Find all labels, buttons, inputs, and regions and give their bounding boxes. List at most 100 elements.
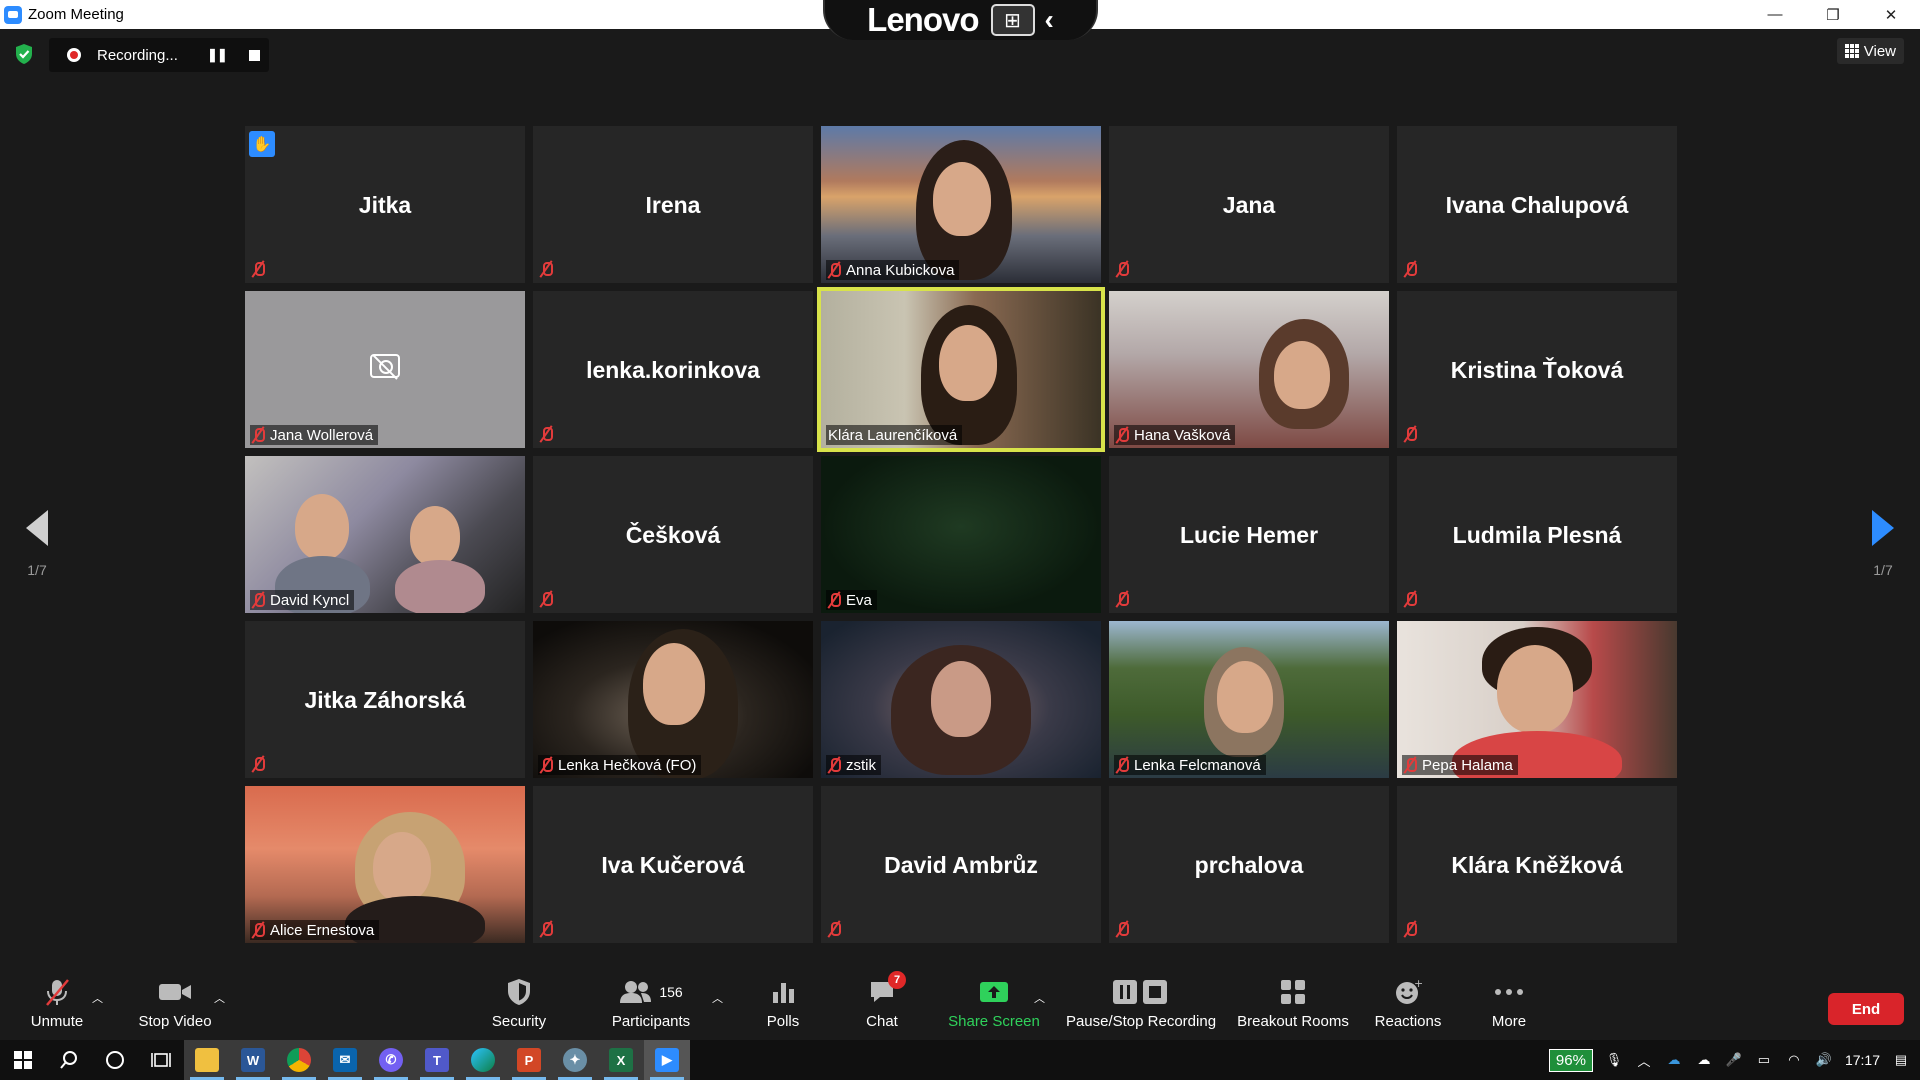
close-button[interactable]: ✕: [1862, 0, 1920, 29]
participant-tile[interactable]: ✋ Jitka: [245, 126, 525, 283]
muted-mic-icon: [828, 592, 841, 608]
start-button[interactable]: [0, 1040, 46, 1080]
participant-tile[interactable]: Jana: [1109, 126, 1389, 283]
microphone-icon[interactable]: 🎙: [1605, 1052, 1623, 1067]
participant-tile[interactable]: Jana Wollerová: [245, 291, 525, 448]
share-screen-label: Share Screen: [948, 1013, 1040, 1030]
share-options-caret-icon[interactable]: ︿: [1034, 990, 1045, 1006]
participant-nametag: zstik: [826, 755, 881, 775]
participant-nametag: Eva: [826, 590, 877, 610]
participant-tile[interactable]: Klára Kněžková: [1397, 786, 1677, 943]
security-button[interactable]: Security: [487, 972, 551, 1040]
taskbar-teams[interactable]: T: [414, 1040, 460, 1080]
participant-name: Klára Laurenčíková: [828, 426, 958, 444]
taskbar-zoom[interactable]: ▶: [644, 1040, 690, 1080]
battery-percentage[interactable]: 96%: [1548, 1048, 1593, 1072]
wifi-icon[interactable]: ◠: [1785, 1052, 1803, 1067]
battery-icon[interactable]: ▭: [1755, 1052, 1773, 1067]
reactions-button[interactable]: + Reactions: [1374, 972, 1442, 1040]
view-button[interactable]: View: [1836, 38, 1904, 64]
participant-name: Anna Kubickova: [846, 261, 955, 279]
participant-video-tile[interactable]: Alice Ernestova: [245, 786, 525, 943]
participant-video-tile[interactable]: Hana Vašková: [1109, 291, 1389, 448]
participant-name: Češková: [625, 522, 721, 548]
participant-tile[interactable]: Jitka Záhorská: [245, 621, 525, 778]
participant-tile[interactable]: Iva Kučerová: [533, 786, 813, 943]
previous-page-button[interactable]: 1/7: [12, 510, 62, 578]
muted-mic-icon: [1404, 591, 1417, 607]
participant-video-tile[interactable]: Eva: [821, 456, 1101, 613]
restore-button[interactable]: ❐: [1804, 0, 1862, 29]
taskbar-word[interactable]: W: [230, 1040, 276, 1080]
cortana-button[interactable]: [92, 1040, 138, 1080]
notifications-icon[interactable]: ▤: [1892, 1052, 1910, 1067]
participant-tile[interactable]: Ivana Chalupová: [1397, 126, 1677, 283]
participant-tile[interactable]: Irena: [533, 126, 813, 283]
recording-dot-icon: [67, 48, 81, 62]
taskbar-viber[interactable]: ✆: [368, 1040, 414, 1080]
chat-button[interactable]: 7 Chat: [858, 971, 906, 1040]
more-button[interactable]: More: [1486, 972, 1532, 1040]
show-hidden-icons-caret-icon[interactable]: ︿: [1635, 1053, 1653, 1069]
participants-options-caret-icon[interactable]: ︿: [712, 990, 723, 1006]
participant-tile[interactable]: lenka.korinkova: [533, 291, 813, 448]
participant-name: Iva Kučerová: [601, 852, 745, 878]
audio-options-caret-icon[interactable]: ︿: [92, 990, 103, 1006]
taskbar-bird-app[interactable]: ✦: [552, 1040, 598, 1080]
unmute-button[interactable]: Unmute: [28, 972, 86, 1040]
onedrive-personal-icon[interactable]: ☁: [1695, 1052, 1713, 1067]
stop-video-button[interactable]: Stop Video: [134, 972, 216, 1040]
chat-bubble-icon: 7: [868, 971, 906, 1007]
pause-recording-icon[interactable]: ❚❚: [207, 47, 228, 63]
participant-tile[interactable]: Lucie Hemer: [1109, 456, 1389, 613]
task-view-icon: [151, 1053, 171, 1067]
search-button[interactable]: [46, 1040, 92, 1080]
minimize-button[interactable]: —: [1746, 0, 1804, 29]
participant-video-tile[interactable]: Lenka Felcmanová: [1109, 621, 1389, 778]
mic-tray-icon[interactable]: 🎤: [1725, 1052, 1743, 1067]
participant-tile[interactable]: David Ambrůz: [821, 786, 1101, 943]
taskbar-file-explorer[interactable]: [184, 1040, 230, 1080]
taskbar-powerpoint[interactable]: P: [506, 1040, 552, 1080]
video-camera-icon: [158, 977, 192, 1007]
participants-button[interactable]: 156 Participants: [606, 972, 696, 1040]
taskbar-edge[interactable]: [460, 1040, 506, 1080]
active-speaker-tile[interactable]: Klára Laurenčíková: [817, 287, 1105, 452]
polls-button[interactable]: Polls: [758, 972, 808, 1040]
participant-video-tile[interactable]: Anna Kubickova: [821, 126, 1101, 283]
participant-video-tile[interactable]: Pepa Halama: [1397, 621, 1677, 778]
share-screen-button[interactable]: Share Screen: [947, 972, 1041, 1040]
breakout-rooms-button[interactable]: Breakout Rooms: [1236, 972, 1350, 1040]
polls-label: Polls: [766, 1013, 800, 1030]
taskbar-mail[interactable]: ✉: [322, 1040, 368, 1080]
stop-recording-icon[interactable]: [248, 49, 260, 61]
share-screen-icon: [979, 977, 1009, 1007]
participant-tile[interactable]: Kristina Ťoková: [1397, 291, 1677, 448]
next-page-button[interactable]: 1/7: [1858, 510, 1908, 578]
pause-stop-recording-button[interactable]: Pause/Stop Recording: [1065, 972, 1217, 1040]
muted-mic-icon: [1116, 427, 1129, 443]
video-face: [939, 325, 997, 401]
arrow-left-icon: [26, 510, 48, 546]
clock-time[interactable]: 17:17: [1845, 1052, 1880, 1068]
taskbar-chrome[interactable]: [276, 1040, 322, 1080]
window-title: Zoom Meeting: [28, 6, 124, 23]
encryption-shield-icon[interactable]: [14, 43, 34, 65]
taskbar-excel[interactable]: X: [598, 1040, 644, 1080]
participant-tile[interactable]: prchalova: [1109, 786, 1389, 943]
video-face: [643, 643, 705, 725]
participant-tile[interactable]: Ludmila Plesná: [1397, 456, 1677, 613]
end-meeting-button[interactable]: End: [1828, 993, 1904, 1025]
participant-video-tile[interactable]: David Kyncl: [245, 456, 525, 613]
window-controls: — ❐ ✕: [1746, 0, 1920, 29]
volume-icon[interactable]: 🔊: [1815, 1052, 1833, 1067]
task-view-button[interactable]: [138, 1040, 184, 1080]
participant-video-tile[interactable]: zstik: [821, 621, 1101, 778]
video-options-caret-icon[interactable]: ︿: [214, 990, 225, 1006]
onedrive-icon[interactable]: ☁: [1665, 1052, 1683, 1067]
participant-tile[interactable]: Češková: [533, 456, 813, 613]
lenovo-pin-icon[interactable]: ⊞: [990, 4, 1035, 36]
participant-video-tile[interactable]: Lenka Hečková (FO): [533, 621, 813, 778]
lenovo-collapse-icon[interactable]: ‹: [1045, 4, 1054, 36]
muted-mic-icon: [252, 261, 265, 277]
